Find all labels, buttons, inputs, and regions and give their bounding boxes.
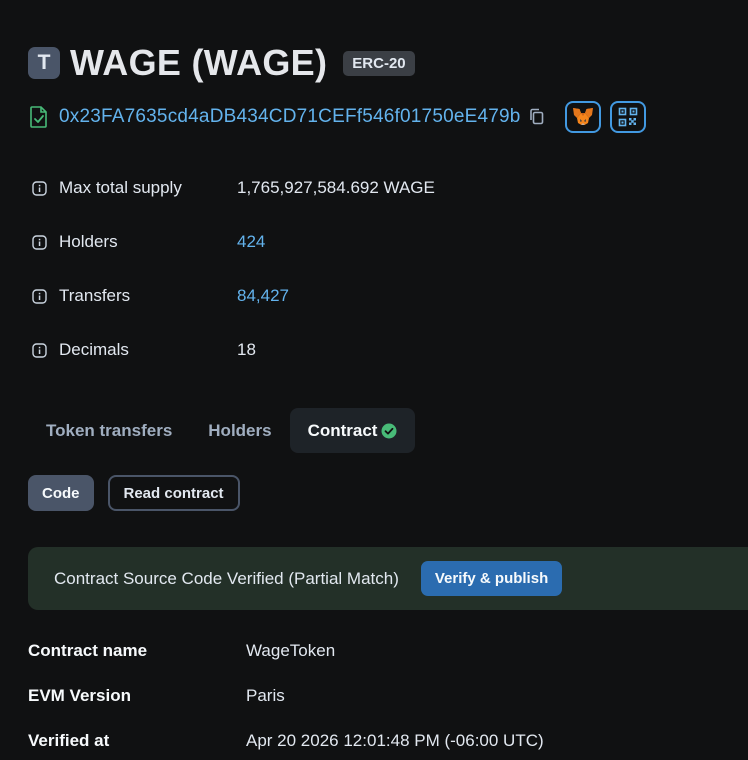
- detail-label: Holders: [59, 232, 118, 251]
- contract-info-row: Verified at Apr 20 2026 12:01:48 PM (-06…: [28, 730, 544, 760]
- contract-info-row: Contract name WageToken: [28, 640, 544, 685]
- token-details: Max total supply 1,765,927,584.692 WAGE …: [32, 176, 435, 392]
- evm-version-value: Paris: [246, 686, 285, 705]
- verified-at-value: Apr 20 2026 12:01:48 PM (-06:00 UTC): [246, 731, 544, 750]
- token-header: T WAGE (WAGE) ERC-20: [28, 42, 415, 84]
- detail-row-decimals: Decimals 18: [32, 338, 435, 392]
- info-icon[interactable]: [32, 181, 47, 196]
- max-supply-value: 1,765,927,584.692 WAGE: [237, 178, 435, 197]
- verification-banner: Contract Source Code Verified (Partial M…: [28, 547, 748, 610]
- address-row: 0x23FA7635cd4aDB434CD71CEFf546f01750eE47…: [30, 101, 646, 133]
- verification-status-text: Contract Source Code Verified (Partial M…: [54, 568, 399, 588]
- read-contract-subtab-button[interactable]: Read contract: [107, 475, 240, 511]
- tab-contract[interactable]: Contract: [289, 408, 416, 453]
- page-title: WAGE (WAGE): [70, 42, 328, 83]
- detail-label: Transfers: [59, 286, 131, 305]
- contract-info: Contract name WageToken EVM Version Pari…: [28, 640, 544, 760]
- verify-publish-button[interactable]: Verify & publish: [420, 561, 563, 596]
- detail-row-holders: Holders 424: [32, 230, 435, 284]
- show-qr-code-button[interactable]: [609, 101, 646, 133]
- check-circle-icon: [381, 423, 397, 438]
- transfers-count-link[interactable]: 84,427: [237, 284, 289, 308]
- evm-version-label: EVM Version: [28, 686, 131, 705]
- verified-at-label: Verified at: [28, 731, 110, 750]
- token-standard-badge: ERC-20: [343, 50, 415, 76]
- contract-name-value: WageToken: [246, 641, 336, 660]
- detail-label: Max total supply: [59, 178, 182, 197]
- holders-count-link[interactable]: 424: [237, 230, 265, 254]
- contract-subtabs: Code Read contract: [28, 475, 240, 511]
- decimals-value: 18: [237, 340, 256, 359]
- file-check-icon: [30, 106, 47, 128]
- code-subtab-button[interactable]: Code: [28, 475, 94, 511]
- token-page: T WAGE (WAGE) ERC-20 0x23FA7635cd4aDB434…: [0, 0, 748, 760]
- tab-holders[interactable]: Holders: [190, 408, 289, 453]
- token-tabs: Token transfers Holders Contract: [28, 408, 416, 453]
- detail-row-transfers: Transfers 84,427: [32, 284, 435, 338]
- metamask-icon: [572, 108, 593, 125]
- tab-label: Holders: [208, 420, 272, 440]
- add-to-metamask-button[interactable]: [564, 101, 601, 133]
- tab-label: Token transfers: [46, 420, 173, 440]
- info-icon[interactable]: [32, 289, 47, 304]
- info-icon[interactable]: [32, 343, 47, 358]
- contract-info-row: EVM Version Paris: [28, 685, 544, 730]
- tab-label: Contract: [307, 420, 378, 440]
- contract-address-link[interactable]: 0x23FA7635cd4aDB434CD71CEFf546f01750eE47…: [59, 106, 521, 128]
- contract-name-label: Contract name: [28, 641, 148, 660]
- detail-label: Decimals: [59, 340, 129, 359]
- info-icon[interactable]: [32, 235, 47, 250]
- detail-row-max-supply: Max total supply 1,765,927,584.692 WAGE: [32, 176, 435, 230]
- token-avatar: T: [28, 47, 60, 79]
- qr-code-icon: [618, 107, 637, 127]
- copy-icon[interactable]: [529, 108, 545, 126]
- tab-token-transfers[interactable]: Token transfers: [28, 408, 190, 453]
